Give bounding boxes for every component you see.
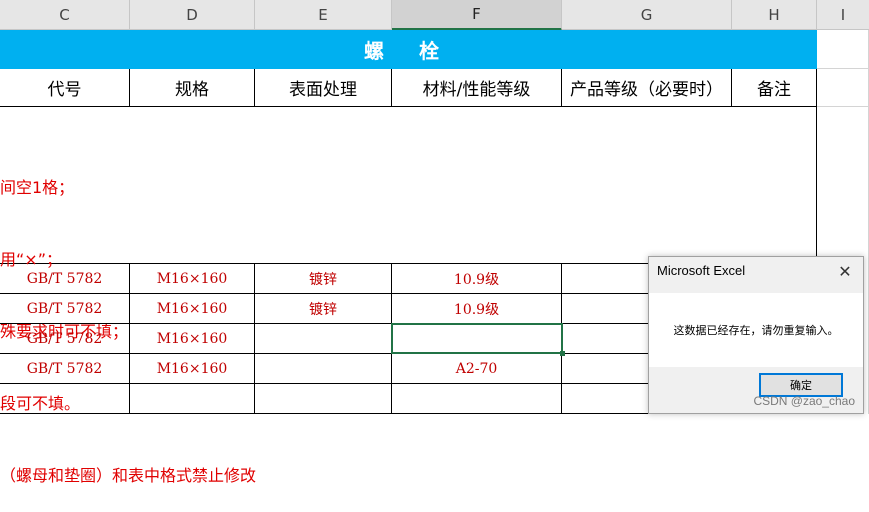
cell-code[interactable]: GB/T 5782 xyxy=(0,354,130,384)
header-surface[interactable]: 表面处理 xyxy=(255,69,392,107)
cell-surface[interactable] xyxy=(255,324,392,354)
cell-material[interactable]: A2-70 xyxy=(392,354,562,384)
cell-spec[interactable]: M16×160 xyxy=(130,294,255,324)
active-cell-selection[interactable] xyxy=(391,323,563,354)
watermark: CSDN @zao_chao xyxy=(753,394,855,408)
cell-surface[interactable] xyxy=(255,384,392,414)
cell-code[interactable]: GB/T 5782 xyxy=(0,294,130,324)
cell-spec[interactable] xyxy=(130,384,255,414)
cell-code[interactable]: GB/T 5782 xyxy=(0,324,130,354)
close-icon[interactable]: ✕ xyxy=(833,259,857,283)
column-header-e[interactable]: E xyxy=(255,0,392,30)
gridline xyxy=(817,106,869,107)
note-line: 间空1格； xyxy=(0,178,75,197)
cell-material[interactable]: 10.9级 xyxy=(392,264,562,294)
column-header-h[interactable]: H xyxy=(732,0,817,30)
header-product-grade[interactable]: 产品等级（必要时） xyxy=(562,69,732,107)
header-spec[interactable]: 规格 xyxy=(130,69,255,107)
cell-spec[interactable]: M16×160 xyxy=(130,354,255,384)
header-remark[interactable]: 备注 xyxy=(732,69,817,107)
dialog-message: 这数据已经存在，请勿重复输入。 xyxy=(649,293,863,367)
cell-code[interactable] xyxy=(0,384,130,414)
gridline xyxy=(817,68,869,69)
cell-code[interactable]: GB/T 5782 xyxy=(0,264,130,294)
fill-handle[interactable] xyxy=(560,351,565,356)
cell-surface[interactable]: 镀锌 xyxy=(255,294,392,324)
column-header-d[interactable]: D xyxy=(130,0,255,30)
column-header-g[interactable]: G xyxy=(562,0,732,30)
dialog-title: Microsoft Excel xyxy=(657,263,746,278)
sheet-title: 螺 栓 xyxy=(0,30,817,69)
cell-surface[interactable] xyxy=(255,354,392,384)
header-code[interactable]: 代号 xyxy=(0,69,130,107)
cell-spec[interactable]: M16×160 xyxy=(130,324,255,354)
error-dialog: Microsoft Excel ✕ 这数据已经存在，请勿重复输入。 确定 xyxy=(648,256,864,414)
column-header-i[interactable]: I xyxy=(817,0,869,30)
header-material[interactable]: 材料/性能等级 xyxy=(392,69,562,107)
note-line: （螺母和垫圈）和表中格式禁止修改 xyxy=(0,466,257,485)
cell-spec[interactable]: M16×160 xyxy=(130,264,255,294)
cell-material[interactable]: 10.9级 xyxy=(392,294,562,324)
cell-surface[interactable]: 镀锌 xyxy=(255,264,392,294)
cell-material[interactable] xyxy=(392,384,562,414)
column-header-f[interactable]: F xyxy=(392,0,562,31)
column-header-c[interactable]: C xyxy=(0,0,130,30)
